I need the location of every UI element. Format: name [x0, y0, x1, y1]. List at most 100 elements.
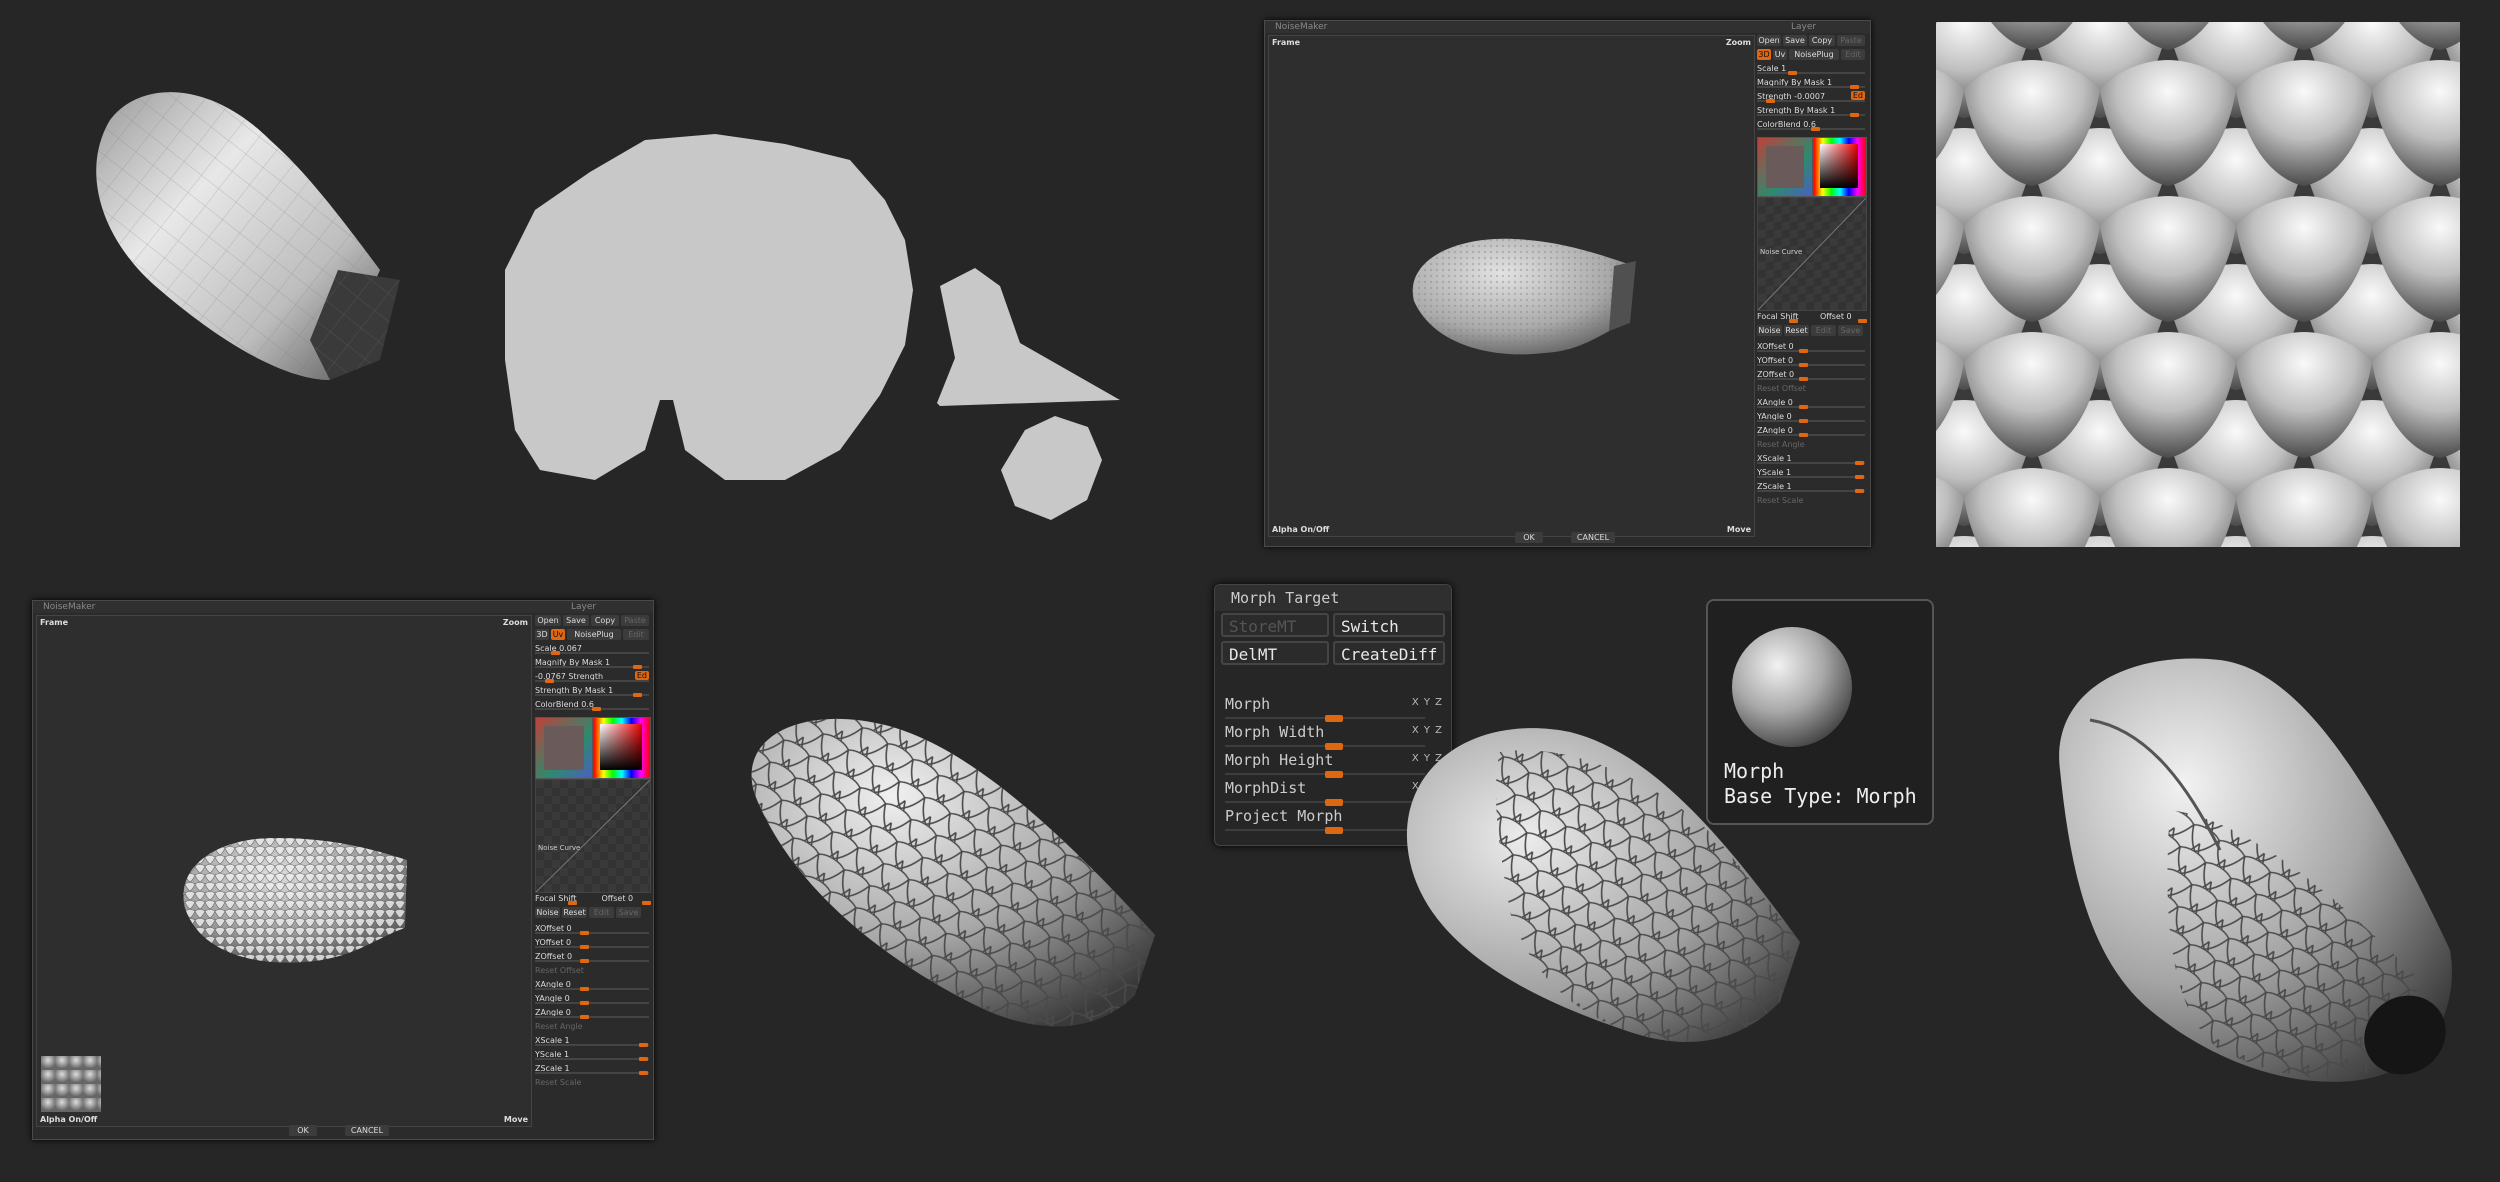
curve-action-button[interactable]: Noise — [535, 907, 560, 918]
color-picker[interactable] — [1813, 137, 1867, 197]
storemt-button[interactable]: StoreMT — [1221, 613, 1329, 637]
slider-knob[interactable] — [580, 1001, 590, 1005]
focal-shift-slider[interactable]: Focal Shift Offset 0 — [1755, 311, 1867, 323]
uv-toggle[interactable]: Uv — [1773, 49, 1787, 60]
slider-track[interactable] — [1757, 462, 1865, 464]
slider-track[interactable] — [1757, 114, 1865, 116]
open-button[interactable]: Open — [1757, 35, 1781, 46]
slider-knob[interactable] — [1855, 461, 1865, 465]
curve-action-button[interactable]: Edit — [1811, 325, 1836, 336]
slider-knob[interactable] — [580, 1015, 590, 1019]
slider-knob[interactable] — [1788, 71, 1798, 75]
slider-track[interactable] — [535, 666, 649, 668]
noiseplug-button[interactable]: NoisePlug — [567, 629, 621, 640]
param-slider[interactable]: YAngle 0 — [1755, 411, 1867, 423]
curve-action-button[interactable]: Noise — [1757, 325, 1782, 336]
paste-button[interactable]: Paste — [1837, 35, 1865, 46]
frame-button[interactable]: Frame — [40, 618, 68, 627]
slider-knob[interactable] — [580, 959, 590, 963]
3d-toggle[interactable]: 3D — [1757, 49, 1771, 60]
slider-knob[interactable] — [1858, 319, 1867, 323]
slider-knob[interactable] — [1799, 349, 1809, 353]
alpha-picker[interactable] — [535, 717, 593, 779]
xyz-icon[interactable]: X Y Z — [1412, 697, 1443, 708]
curve-action-button[interactable]: Reset — [562, 907, 587, 918]
frame-button[interactable]: Frame — [1272, 38, 1300, 47]
focal-shift-slider[interactable]: Focal Shift Offset 0 — [533, 893, 651, 905]
noise-preview-viewport[interactable]: Frame Zoom Alpha On/Off Move — [1268, 35, 1755, 537]
reset-angle-button[interactable]: Reset Angle — [533, 1021, 651, 1033]
param-slider[interactable]: XAngle 0 — [1755, 397, 1867, 409]
slider-track[interactable] — [1757, 406, 1865, 408]
noiseplug-button[interactable]: NoisePlug — [1789, 49, 1839, 60]
slider-knob[interactable] — [1799, 377, 1809, 381]
param-slider[interactable]: ZOffset 0 — [533, 951, 651, 963]
slider-knob[interactable] — [639, 1057, 649, 1061]
save-button[interactable]: Save — [1783, 35, 1807, 46]
slider-knob[interactable] — [633, 693, 643, 697]
zoom-button[interactable]: Zoom — [1726, 38, 1751, 47]
slider-knob[interactable] — [1810, 127, 1820, 131]
param-slider[interactable]: -0.0767 Strength Ed — [533, 671, 651, 683]
curve-action-button[interactable]: Save — [1838, 325, 1863, 336]
cancel-button[interactable]: CANCEL — [345, 1125, 389, 1136]
slider-knob[interactable] — [639, 1043, 649, 1047]
slider-knob[interactable] — [580, 931, 590, 935]
3d-toggle[interactable]: 3D — [535, 629, 549, 640]
param-slider[interactable]: XScale 1 — [533, 1035, 651, 1047]
color-picker[interactable] — [593, 717, 651, 779]
alpha-toggle[interactable]: Alpha On/Off — [1272, 525, 1329, 534]
param-slider[interactable]: YAngle 0 — [533, 993, 651, 1005]
param-slider[interactable]: ZAngle 0 — [533, 1007, 651, 1019]
reset-offset-button[interactable]: Reset Offset — [533, 965, 651, 977]
param-slider[interactable]: XAngle 0 — [533, 979, 651, 991]
ok-button[interactable]: OK — [1515, 532, 1543, 543]
param-slider[interactable]: YOffset 0 — [533, 937, 651, 949]
slider-track[interactable] — [1757, 476, 1865, 478]
reset-scale-button[interactable]: Reset Scale — [1755, 495, 1867, 507]
curve-action-button[interactable]: Save — [616, 907, 641, 918]
noise-curve-editor[interactable]: Noise Curve — [535, 779, 651, 893]
slider-knob[interactable] — [633, 665, 643, 669]
param-slider[interactable]: Strength By Mask 1 — [1755, 105, 1867, 117]
delmt-button[interactable]: DelMT — [1221, 641, 1329, 665]
copy-button[interactable]: Copy — [1809, 35, 1835, 46]
param-slider[interactable]: Magnify By Mask 1 — [1755, 77, 1867, 89]
param-slider[interactable]: Scale 0.067 — [533, 643, 651, 655]
ok-button[interactable]: OK — [289, 1125, 317, 1136]
slider-knob[interactable] — [1788, 319, 1798, 323]
zoom-button[interactable]: Zoom — [503, 618, 528, 627]
curve-action-button[interactable]: Edit — [589, 907, 614, 918]
alpha-picker[interactable] — [1757, 137, 1813, 197]
slider-knob[interactable] — [642, 901, 651, 905]
move-button[interactable]: Move — [504, 1115, 528, 1124]
curve-action-button[interactable]: Reset — [1784, 325, 1809, 336]
slider-track[interactable] — [1757, 350, 1865, 352]
param-slider[interactable]: YScale 1 — [533, 1049, 651, 1061]
alpha-thumbnail[interactable] — [41, 1056, 101, 1112]
slider-track[interactable] — [535, 1016, 649, 1018]
slider-track[interactable] — [535, 1002, 649, 1004]
param-slider[interactable]: XOffset 0 — [1755, 341, 1867, 353]
uv-toggle[interactable]: Uv — [551, 629, 565, 640]
param-slider[interactable]: ColorBlend 0.6 — [1755, 119, 1867, 131]
slider-knob[interactable] — [550, 651, 560, 655]
reset-angle-button[interactable]: Reset Angle — [1755, 439, 1867, 451]
slider-knob[interactable] — [580, 945, 590, 949]
slider-knob[interactable] — [1799, 405, 1809, 409]
open-button[interactable]: Open — [535, 615, 561, 626]
noise-curve-editor[interactable]: Noise Curve — [1757, 197, 1867, 311]
slider-knob[interactable] — [1849, 113, 1859, 117]
slider-knob[interactable] — [544, 679, 554, 683]
slider-knob[interactable] — [1855, 475, 1865, 479]
param-slider[interactable]: ZOffset 0 — [1755, 369, 1867, 381]
noise-preview-viewport[interactable]: Frame Zoom Alpha On/Off Move — [36, 615, 532, 1127]
slider-track[interactable] — [535, 1058, 649, 1060]
param-slider[interactable]: YOffset 0 — [1755, 355, 1867, 367]
edit-tag[interactable]: Ed — [1850, 91, 1865, 100]
copy-button[interactable]: Copy — [591, 615, 619, 626]
slider-knob[interactable] — [591, 707, 601, 711]
slider-track[interactable] — [535, 988, 649, 990]
slider-track[interactable] — [1757, 490, 1865, 492]
slider-knob[interactable] — [639, 1071, 649, 1075]
